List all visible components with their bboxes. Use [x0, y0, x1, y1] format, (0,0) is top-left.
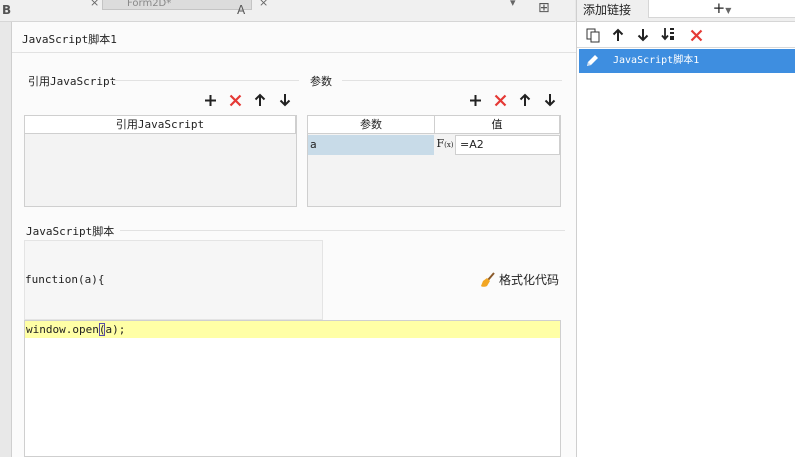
params-label: 参数 — [310, 75, 332, 88]
referenced-js-label: 引用JavaScript — [28, 75, 117, 88]
copy-icon — [586, 28, 599, 42]
add-link-label: 添加链接 — [583, 3, 632, 17]
arrow-down-icon — [544, 94, 556, 107]
arrow-down-icon — [279, 94, 291, 107]
arrow-up-icon — [254, 93, 266, 106]
link-list-item[interactable]: JavaScript脚本1 — [579, 49, 795, 73]
move-to-bottom-icon — [661, 28, 674, 41]
background-toolbar: B Form2D* × × A ▾ ⊞ — [0, 0, 575, 22]
plus-icon: + — [712, 0, 726, 17]
plus-icon — [469, 94, 481, 106]
code-editor[interactable]: window.open(a); — [24, 320, 561, 457]
font-color-glyph: A — [237, 3, 246, 17]
move-down-link-button[interactable] — [635, 27, 651, 43]
function-signature: function(a){ — [25, 273, 105, 286]
column-header-param: 参数 — [308, 116, 435, 134]
delete-icon — [690, 29, 702, 41]
section-divider — [342, 80, 562, 81]
links-panel: 添加链接 +▼ JavaScript脚本1 — [576, 0, 795, 457]
code-line[interactable]: window.open(a); — [25, 321, 560, 338]
table-header: 引用JavaScript — [25, 116, 296, 134]
referenced-js-table[interactable]: 引用JavaScript — [24, 115, 297, 207]
title-divider — [12, 52, 577, 53]
delete-link-button[interactable] — [688, 27, 704, 43]
move-down-param-button[interactable] — [542, 92, 558, 108]
delete-reference-button[interactable] — [227, 92, 243, 108]
table-row[interactable]: a F(x) =A2 — [308, 135, 560, 155]
delete-icon — [229, 94, 241, 106]
section-divider — [112, 80, 299, 81]
close-icon: × — [90, 0, 100, 9]
script-label: JavaScript脚本 — [26, 225, 115, 238]
move-up-reference-button[interactable] — [252, 92, 268, 108]
format-code-button[interactable]: 格式化代码 — [480, 271, 559, 288]
link-item-label: JavaScript脚本1 — [613, 55, 700, 66]
move-up-param-button[interactable] — [517, 92, 533, 108]
formula-button[interactable]: F(x) — [435, 136, 455, 154]
params-table[interactable]: 参数 值 a F(x) =A2 — [307, 115, 561, 207]
grid-icon: ⊞ — [538, 0, 550, 16]
close-icon: × — [259, 0, 269, 9]
dialog-title: JavaScript脚本1 — [22, 33, 117, 46]
delete-icon — [494, 94, 506, 106]
table-header: 参数 值 — [308, 116, 560, 134]
format-code-label: 格式化代码 — [499, 273, 560, 287]
javascript-dialog: JavaScript脚本1 引用JavaScript 引用JavaScript … — [11, 22, 577, 457]
chevron-down-icon: ▾ — [510, 0, 516, 9]
column-header: 引用JavaScript — [25, 116, 296, 134]
caret-down-icon: ▼ — [725, 6, 732, 15]
background-tab: Form2D* — [102, 0, 252, 10]
param-name-cell[interactable]: a — [308, 135, 434, 155]
broom-icon — [481, 271, 495, 287]
section-divider — [120, 230, 565, 231]
param-value-input[interactable]: =A2 — [455, 135, 560, 155]
add-param-button[interactable] — [467, 92, 483, 108]
delete-param-button[interactable] — [492, 92, 508, 108]
add-link-dropdown[interactable]: +▼ — [648, 0, 795, 18]
arrow-up-icon — [519, 93, 531, 106]
bold-glyph: B — [2, 3, 12, 17]
code-text: a); — [105, 323, 126, 336]
background-tab-label: Form2D* — [127, 0, 172, 9]
plus-icon — [204, 94, 216, 106]
move-up-link-button[interactable] — [610, 27, 626, 43]
move-down-reference-button[interactable] — [277, 92, 293, 108]
formula-icon-letter: F — [436, 137, 445, 150]
move-bottom-link-button[interactable] — [661, 27, 677, 43]
links-toolbar — [577, 22, 795, 48]
add-reference-button[interactable] — [202, 92, 218, 108]
function-signature-box: function(a){ — [24, 240, 323, 320]
code-text: window.open — [26, 323, 99, 336]
edit-pencil-icon — [587, 55, 598, 66]
column-header-value: 值 — [435, 116, 560, 134]
copy-link-button[interactable] — [585, 27, 601, 43]
links-panel-header: 添加链接 +▼ — [577, 0, 795, 22]
arrow-down-icon — [637, 29, 649, 42]
arrow-up-icon — [612, 28, 624, 41]
formula-icon-sub: (x) — [444, 141, 454, 149]
